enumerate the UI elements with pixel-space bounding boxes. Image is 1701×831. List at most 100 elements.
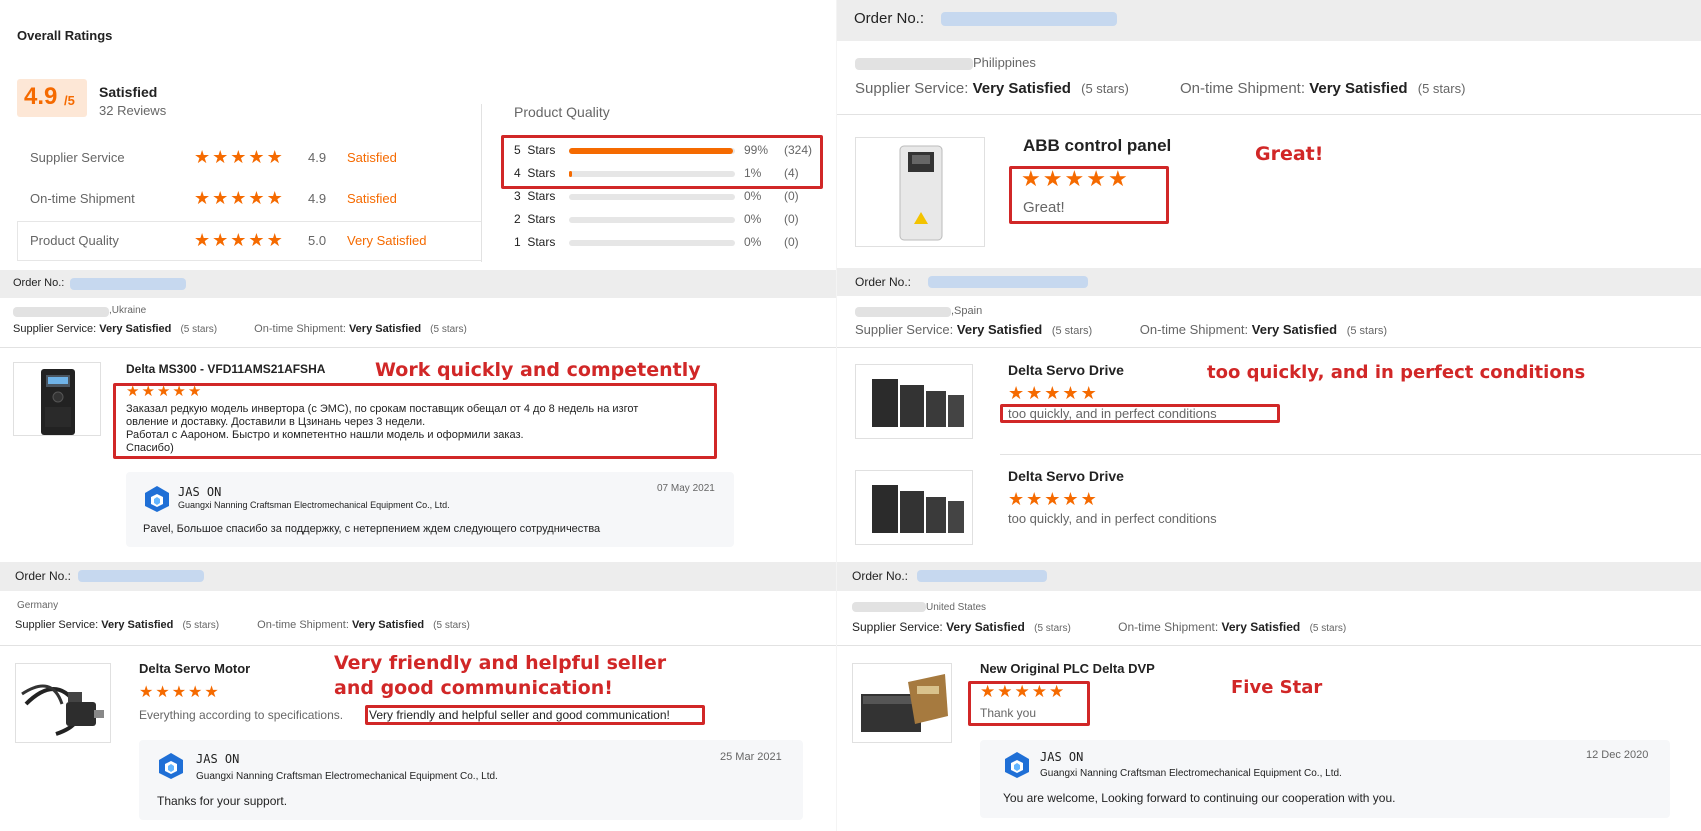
order-number-redacted bbox=[928, 276, 1088, 288]
product-title[interactable]: New Original PLC Delta DVP bbox=[980, 661, 1155, 676]
replier-name: JAS ON bbox=[1040, 750, 1084, 764]
order-bar: Order No.: bbox=[837, 0, 1701, 41]
product-thumbnail[interactable] bbox=[855, 470, 973, 545]
product-thumbnail[interactable] bbox=[852, 663, 952, 743]
star-icon: ★ bbox=[266, 188, 283, 208]
review-stars: ★ ★ ★ ★ ★ bbox=[1021, 168, 1128, 190]
replier-company: Guangxi Nanning Craftsman Electromechani… bbox=[196, 771, 498, 782]
product-quality-title: Product Quality bbox=[514, 104, 610, 120]
distribution-label: 3 Stars bbox=[514, 189, 556, 203]
seller-reply: JAS ON Guangxi Nanning Craftsman Electro… bbox=[126, 472, 734, 547]
annotation-highlight-box bbox=[501, 135, 823, 189]
buyer-ratings: Supplier Service: Very Satisfied (5 star… bbox=[855, 80, 1466, 97]
distribution-row[interactable]: 1 Stars 0% (0) bbox=[514, 234, 814, 252]
star-icon: ★ bbox=[1049, 682, 1065, 701]
star-icon: ★ bbox=[188, 684, 203, 701]
product-thumbnail[interactable] bbox=[855, 137, 985, 247]
review-text: Great! bbox=[1023, 199, 1065, 216]
order-bar: Order No.: bbox=[837, 268, 1701, 296]
star-icon: ★ bbox=[1008, 489, 1025, 509]
product-title[interactable]: Delta Servo Motor bbox=[139, 661, 250, 676]
star-icon: ★ bbox=[155, 684, 170, 701]
distribution-row[interactable]: 3 Stars 0% (0) bbox=[514, 188, 814, 206]
replier-company: Guangxi Nanning Craftsman Electromechani… bbox=[178, 500, 450, 510]
distribution-percent: 0% bbox=[744, 189, 762, 203]
distribution-count: (0) bbox=[784, 212, 799, 226]
overall-score: 4.9 bbox=[24, 83, 58, 110]
star-icon: ★ bbox=[980, 682, 996, 701]
star-icon: ★ bbox=[204, 684, 219, 701]
order-number-redacted bbox=[70, 278, 186, 290]
product-thumbnail[interactable] bbox=[13, 362, 101, 436]
metrics-divider bbox=[481, 104, 482, 262]
review-text: Заказал редкую модель инвертора (с ЭМС),… bbox=[126, 403, 639, 454]
review-text: Thank you bbox=[980, 706, 1037, 720]
star-icon: ★ bbox=[172, 383, 186, 400]
product-title[interactable]: Delta MS300 - VFD11AMS21AFSHA bbox=[126, 362, 325, 376]
replier-name: JAS ON bbox=[178, 485, 222, 499]
annotation-text-line1: Very friendly and helpful seller bbox=[334, 652, 667, 674]
metric-row-product-quality[interactable]: Product Quality ★ ★ ★ ★ ★ 5.0 Very Satisfied bbox=[17, 221, 481, 261]
star-icon: ★ bbox=[187, 383, 202, 400]
overall-ratings-title: Overall Ratings bbox=[17, 28, 113, 43]
annotation-text: Five Star bbox=[1231, 677, 1323, 698]
star-icon: ★ bbox=[212, 188, 229, 208]
distribution-label: 1 Stars bbox=[514, 235, 556, 249]
product-title[interactable]: Delta Servo Drive bbox=[1008, 468, 1124, 484]
order-bar: Order No.: bbox=[0, 270, 836, 298]
star-icon: ★ bbox=[194, 147, 211, 167]
distribution-bar bbox=[569, 240, 735, 246]
star-icon: ★ bbox=[1031, 682, 1047, 701]
order-number-redacted bbox=[78, 570, 204, 582]
buyer-country: United States bbox=[926, 602, 987, 613]
product-thumbnail[interactable] bbox=[855, 364, 973, 439]
star-icon: ★ bbox=[1026, 489, 1043, 509]
star-icon: ★ bbox=[1062, 489, 1079, 509]
star-icon: ★ bbox=[1062, 383, 1079, 403]
metric-score: 4.9 bbox=[308, 191, 327, 206]
star-icon: ★ bbox=[1080, 383, 1097, 403]
order-number-label: Order No.: bbox=[15, 569, 72, 583]
product-title[interactable]: ABB control panel bbox=[1023, 136, 1171, 156]
reply-date: 25 Mar 2021 bbox=[720, 751, 782, 763]
metric-label: Satisfied bbox=[347, 150, 397, 165]
product-thumbnail[interactable] bbox=[15, 663, 111, 743]
order-bar: Order No.: bbox=[837, 562, 1701, 591]
order-number-label: Order No.: bbox=[13, 277, 65, 289]
metric-stars: ★ ★ ★ ★ ★ bbox=[194, 189, 283, 207]
reply-text: Pavel, Большое спасибо за поддержку, с н… bbox=[143, 523, 601, 535]
overall-score-suffix: /5 bbox=[64, 93, 75, 108]
company-logo-icon bbox=[1005, 752, 1029, 778]
reply-date: 12 Dec 2020 bbox=[1586, 749, 1649, 761]
replier-company: Guangxi Nanning Craftsman Electromechani… bbox=[1040, 768, 1342, 779]
star-icon: ★ bbox=[997, 682, 1013, 701]
reply-date: 07 May 2021 bbox=[657, 483, 715, 494]
buyer-ratings: Supplier Service: Very Satisfied (5 star… bbox=[13, 323, 467, 335]
metric-label: Very Satisfied bbox=[347, 233, 427, 248]
star-icon: ★ bbox=[126, 383, 140, 400]
overall-review-count: 32 Reviews bbox=[99, 103, 167, 118]
review-text-highlight: Very friendly and helpful seller and goo… bbox=[369, 708, 670, 722]
distribution-label: 2 Stars bbox=[514, 212, 556, 226]
distribution-bar bbox=[569, 217, 735, 223]
buyer-country: ,Ukraine bbox=[109, 305, 147, 316]
review-text: too quickly, and in perfect conditions bbox=[1008, 511, 1217, 526]
distribution-row[interactable]: 2 Stars 0% (0) bbox=[514, 211, 814, 229]
overall-score-badge: 4.9 /5 bbox=[17, 79, 87, 117]
order-bar: Order No.: bbox=[0, 562, 836, 591]
reply-text: Thanks for your support. bbox=[157, 794, 288, 808]
buyer-ratings: Supplier Service: Very Satisfied (5 star… bbox=[852, 620, 1347, 634]
order-number-label: Order No.: bbox=[855, 275, 912, 289]
seller-reply: JAS ON Guangxi Nanning Craftsman Electro… bbox=[980, 740, 1670, 818]
star-icon: ★ bbox=[212, 230, 229, 250]
column-separator bbox=[836, 0, 837, 831]
star-icon: ★ bbox=[248, 230, 265, 250]
product-title[interactable]: Delta Servo Drive bbox=[1008, 362, 1124, 378]
annotation-text-line2: and good communication! bbox=[334, 677, 613, 699]
star-icon: ★ bbox=[139, 684, 154, 701]
star-icon: ★ bbox=[194, 188, 211, 208]
star-icon: ★ bbox=[1080, 489, 1097, 509]
star-icon: ★ bbox=[171, 684, 187, 701]
replier-name: JAS ON bbox=[196, 752, 240, 766]
annotation-text: Work quickly and competently bbox=[375, 359, 701, 381]
